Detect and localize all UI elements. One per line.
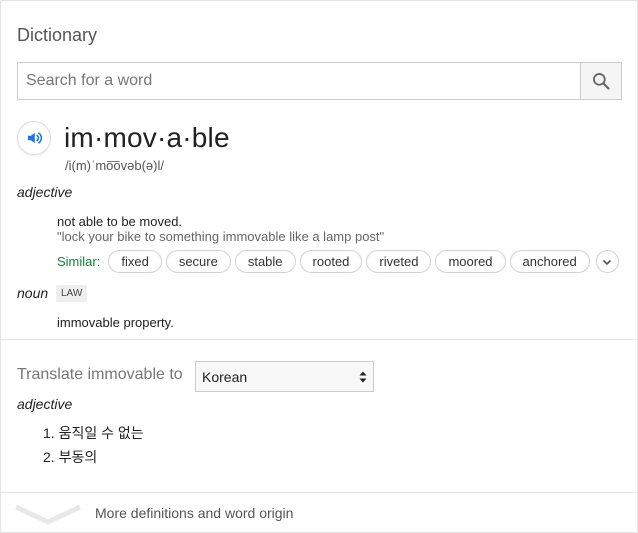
search-button[interactable] [580, 63, 621, 99]
definition-adjective: not able to be moved. [57, 214, 183, 229]
translate-pos: adjective [17, 396, 73, 412]
section-divider [1, 339, 638, 340]
translation-item: 1. 움직일 수 없는 [43, 425, 144, 441]
law-tag: LAW [56, 285, 88, 302]
speaker-icon [28, 132, 43, 144]
example-sentence: "lock your bike to something immovable l… [57, 229, 385, 244]
similar-chip[interactable]: fixed [108, 250, 162, 273]
search-input[interactable] [18, 63, 580, 99]
select-arrows-icon [359, 370, 367, 384]
dictionary-card: Dictionary im·mov·a·ble /i(m)ˈmo͞ovəb(ə)… [0, 0, 638, 533]
similar-chip[interactable]: riveted [366, 250, 432, 273]
search-box [17, 62, 622, 100]
similar-words: Similar: fixed secure stable rooted rive… [57, 249, 619, 274]
phonetic: /i(m)ˈmo͞ovəb(ə)l/ [65, 158, 164, 173]
translation-item: 2. 부동의 [43, 449, 98, 465]
language-select-value: Korean [202, 368, 248, 385]
more-definitions-link[interactable]: More definitions and word origin [15, 500, 293, 526]
language-select[interactable]: Korean [195, 361, 374, 392]
footer-divider [1, 492, 638, 493]
similar-chip[interactable]: rooted [299, 250, 363, 273]
similar-chip[interactable]: stable [234, 250, 296, 273]
card-title: Dictionary [17, 25, 98, 45]
chevron-down-icon [603, 259, 612, 265]
similar-chip[interactable]: moored [435, 250, 506, 273]
expand-similar-button[interactable] [595, 250, 619, 273]
definition-noun: immovable property. [57, 315, 174, 330]
similar-label: Similar: [57, 254, 101, 269]
translate-label: Translate immovable to [17, 366, 183, 383]
chevron-down-icon [15, 504, 81, 525]
pronunciation-button[interactable] [17, 121, 51, 155]
similar-chip[interactable]: anchored [509, 250, 590, 273]
search-icon [593, 73, 610, 90]
similar-chip[interactable]: secure [165, 250, 231, 273]
more-definitions-label: More definitions and word origin [95, 505, 294, 521]
pos-adjective: adjective [17, 184, 73, 200]
pos-noun: noun [17, 285, 49, 301]
headword: im·mov·a·ble [64, 122, 230, 153]
